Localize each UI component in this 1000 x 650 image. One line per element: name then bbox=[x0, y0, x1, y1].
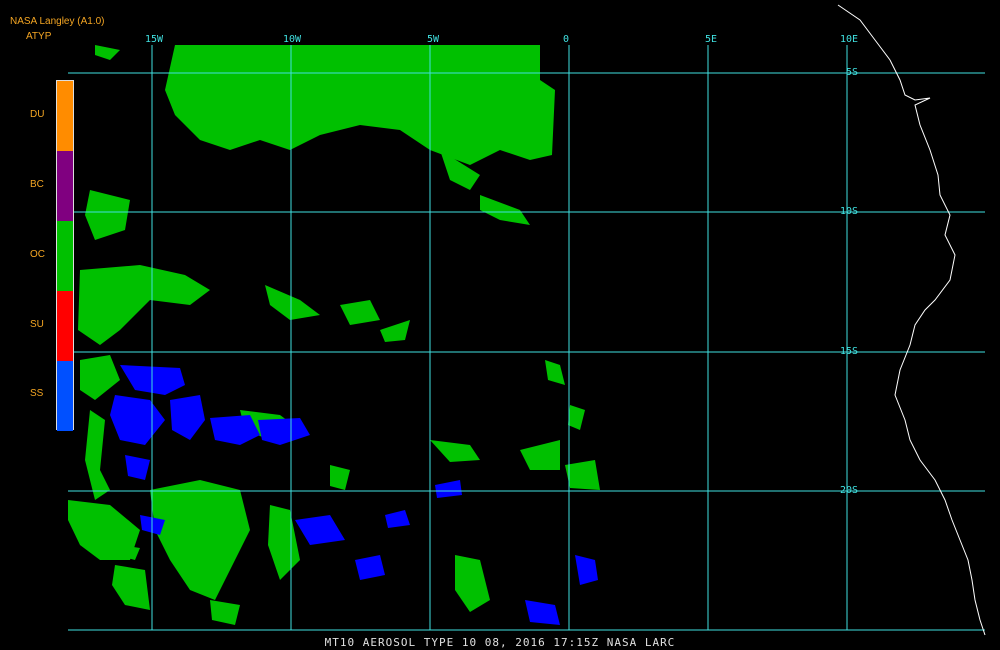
lon-label-10w: 10W bbox=[283, 34, 302, 45]
legend-label-oc: OC bbox=[30, 249, 45, 260]
lat-label-20s: 20S bbox=[840, 485, 859, 496]
lon-label-5w: 5W bbox=[427, 34, 440, 45]
satellite-map bbox=[0, 0, 1000, 650]
lat-label-10s: 10S bbox=[840, 206, 859, 217]
legend-swatch-bc bbox=[57, 151, 73, 221]
lon-label-15w: 15W bbox=[145, 34, 164, 45]
lat-label-15s: 15S bbox=[840, 346, 859, 357]
legend-label-du: DU bbox=[30, 109, 45, 120]
map-caption: MT10 AEROSOL TYPE 10 08, 2016 17:15Z NAS… bbox=[324, 636, 676, 649]
lon-label-0: 0 bbox=[563, 34, 570, 45]
product-label: ATYP bbox=[26, 31, 52, 42]
source-label: NASA Langley (A1.0) bbox=[10, 16, 105, 27]
aerosol-type-legend bbox=[56, 80, 74, 431]
legend-label-ss: SS bbox=[30, 388, 44, 399]
legend-swatch-ss bbox=[57, 361, 73, 431]
legend-label-bc: BC bbox=[30, 179, 44, 190]
legend-swatch-oc bbox=[57, 221, 73, 291]
legend-swatch-du bbox=[57, 81, 73, 151]
lon-label-10e: 10E bbox=[840, 34, 859, 45]
lat-label-5s: 5S bbox=[846, 67, 859, 78]
legend-label-su: SU bbox=[30, 319, 44, 330]
lon-label-5e: 5E bbox=[705, 34, 718, 45]
legend-swatch-su bbox=[57, 291, 73, 361]
